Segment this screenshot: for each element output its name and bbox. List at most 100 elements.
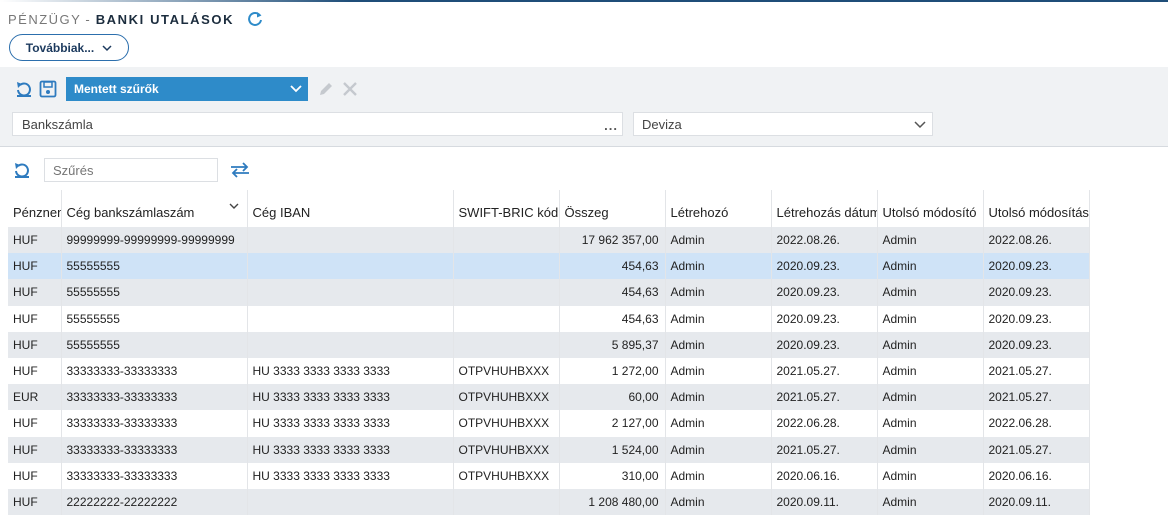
cell-created-date: 2022.06.28. <box>771 410 878 437</box>
column-header-last-modifier[interactable]: Utolsó módosító <box>877 190 984 227</box>
cell-swift: OTPVHUHBXXX <box>453 357 560 385</box>
cell-created-date: 2020.09.23. <box>771 279 878 306</box>
cell-currency: HUF <box>8 357 62 385</box>
table-body: HUF 99999999-99999999-99999999 17 962 357,… <box>8 227 1090 516</box>
cell-currency: HUF <box>8 410 62 437</box>
cell-created-date: 2020.09.23. <box>771 331 878 358</box>
sort-descending-icon[interactable] <box>229 202 239 210</box>
close-icon[interactable] <box>338 77 362 101</box>
cell-currency: HUF <box>8 227 62 254</box>
cell-creator: Admin <box>665 436 772 463</box>
table-row[interactable]: HUF 33333333-33333333 HU 3333 3333 3333 33… <box>8 357 1090 385</box>
cell-last-modified: 2020.09.23. <box>983 253 1090 280</box>
page-title: BANKI UTALÁSOK <box>95 11 235 27</box>
cell-currency: HUF <box>8 436 62 463</box>
table-row[interactable]: HUF 99999999-99999999-99999999 17 962 357,… <box>8 227 1090 254</box>
column-header-bank-account[interactable]: Cég bankszámlaszám <box>61 190 248 227</box>
cell-swift: OTPVHUHBXXX <box>453 436 560 463</box>
header-filler <box>1097 190 1168 227</box>
cell-amount: 5 895,37 <box>559 331 666 358</box>
column-header-creator[interactable]: Létrehozó <box>665 190 772 227</box>
cell-bank-account: 55555555 <box>61 331 248 358</box>
cell-iban: HU 3333 3333 3333 3333 <box>247 410 454 437</box>
column-header-last-modified[interactable]: Utolsó módosítás <box>983 190 1090 227</box>
more-options-button[interactable]: Továbbiak... <box>9 34 129 61</box>
cell-created-date: 2021.05.27. <box>771 357 878 385</box>
cell-created-date: 2020.09.11. <box>771 488 878 516</box>
cell-creator: Admin <box>665 357 772 385</box>
cell-bank-account: 33333333-33333333 <box>61 462 248 489</box>
column-header-iban[interactable]: Cég IBAN <box>247 190 454 227</box>
cell-bank-account: 33333333-33333333 <box>61 436 248 463</box>
cell-swift <box>453 488 560 516</box>
cell-iban <box>247 305 454 332</box>
cell-amount: 310,00 <box>559 462 666 489</box>
cell-iban <box>247 331 454 358</box>
saved-filters-select[interactable]: Mentett szűrők <box>66 77 308 101</box>
refresh-icon[interactable] <box>246 10 264 28</box>
swap-arrows-icon[interactable] <box>228 158 252 182</box>
cell-last-modified: 2020.09.23. <box>983 305 1090 332</box>
table-row[interactable]: HUF 33333333-33333333 HU 3333 3333 3333 33… <box>8 410 1090 437</box>
cell-last-modifier: Admin <box>877 279 984 306</box>
breadcrumb-module[interactable]: PÉNZÜGY <box>8 12 81 27</box>
cell-bank-account: 55555555 <box>61 253 248 280</box>
cell-amount: 17 962 357,00 <box>559 227 666 254</box>
cell-iban: HU 3333 3333 3333 3333 <box>247 357 454 385</box>
cell-last-modifier: Admin <box>877 253 984 280</box>
reset-filter-icon[interactable] <box>12 77 36 101</box>
table-row[interactable]: HUF 33333333-33333333 HU 3333 3333 3333 33… <box>8 436 1090 463</box>
cell-creator: Admin <box>665 331 772 358</box>
table-header-row: Pénznem Cég bankszámlaszám Cég IBAN SWIF… <box>8 190 1090 227</box>
column-header-swift[interactable]: SWIFT-BRIC kód <box>453 190 560 227</box>
cell-last-modified: 2022.08.26. <box>983 227 1090 254</box>
chevron-down-icon <box>914 121 926 129</box>
cell-creator: Admin <box>665 253 772 280</box>
cell-amount: 1 272,00 <box>559 357 666 385</box>
cell-last-modified: 2021.05.27. <box>983 357 1090 385</box>
cell-created-date: 2022.08.26. <box>771 227 878 254</box>
bank-account-lookup-button[interactable]: ... <box>604 118 618 133</box>
cell-bank-account: 99999999-99999999-99999999 <box>61 227 248 254</box>
save-icon[interactable] <box>36 77 60 101</box>
cell-amount: 60,00 <box>559 384 666 411</box>
pencil-icon[interactable] <box>314 77 338 101</box>
table-row[interactable]: HUF 55555555 5 895,37 Admin 2020.09.23. Admin… <box>8 331 1090 358</box>
cell-last-modifier: Admin <box>877 488 984 516</box>
cell-last-modifier: Admin <box>877 357 984 385</box>
table-row[interactable]: HUF 22222222-22222222 1 208 480,00 Admin 202… <box>8 488 1090 516</box>
column-header-currency[interactable]: Pénznem <box>8 190 62 227</box>
filter-toolbar: Mentett szűrők <box>12 76 362 102</box>
search-input[interactable] <box>44 158 218 182</box>
table-row[interactable]: EUR 33333333-33333333 HU 3333 3333 3333 33… <box>8 384 1090 411</box>
top-accent-line <box>0 0 1168 2</box>
cell-last-modified: 2020.09.23. <box>983 279 1090 306</box>
cell-bank-account: 55555555 <box>61 279 248 306</box>
bank-account-field[interactable]: Bankszámla ... <box>12 112 623 136</box>
cell-last-modifier: Admin <box>877 384 984 411</box>
cell-last-modified: 2020.09.23. <box>983 331 1090 358</box>
table-row[interactable]: HUF 55555555 454,63 Admin 2020.09.23. Admin 20… <box>8 279 1090 306</box>
table-row[interactable]: HUF 55555555 454,63 Admin 2020.09.23. Admin 20… <box>8 305 1090 332</box>
table-row[interactable]: HUF 55555555 454,63 Admin 2020.09.23. Admin 20… <box>8 253 1090 280</box>
cell-swift <box>453 279 560 306</box>
cell-creator: Admin <box>665 279 772 306</box>
column-header-created-date[interactable]: Létrehozás dátuma <box>771 190 878 227</box>
reset-search-icon[interactable] <box>10 158 34 182</box>
column-header-amount[interactable]: Összeg <box>559 190 666 227</box>
cell-swift <box>453 331 560 358</box>
cell-swift: OTPVHUHBXXX <box>453 410 560 437</box>
cell-bank-account: 33333333-33333333 <box>61 384 248 411</box>
cell-iban <box>247 279 454 306</box>
cell-swift <box>453 227 560 254</box>
cell-currency: EUR <box>8 384 62 411</box>
cell-creator: Admin <box>665 305 772 332</box>
cell-last-modifier: Admin <box>877 462 984 489</box>
filter-panel: Mentett szűrők Bankszámla ... Deviza <box>0 67 1168 147</box>
cell-last-modified: 2021.05.27. <box>983 436 1090 463</box>
more-options-label: Továbbiak... <box>25 40 95 55</box>
table-row[interactable]: HUF 33333333-33333333 HU 3333 3333 3333 33… <box>8 462 1090 489</box>
cell-creator: Admin <box>665 488 772 516</box>
currency-select[interactable]: Deviza <box>633 112 933 136</box>
cell-currency: HUF <box>8 279 62 306</box>
